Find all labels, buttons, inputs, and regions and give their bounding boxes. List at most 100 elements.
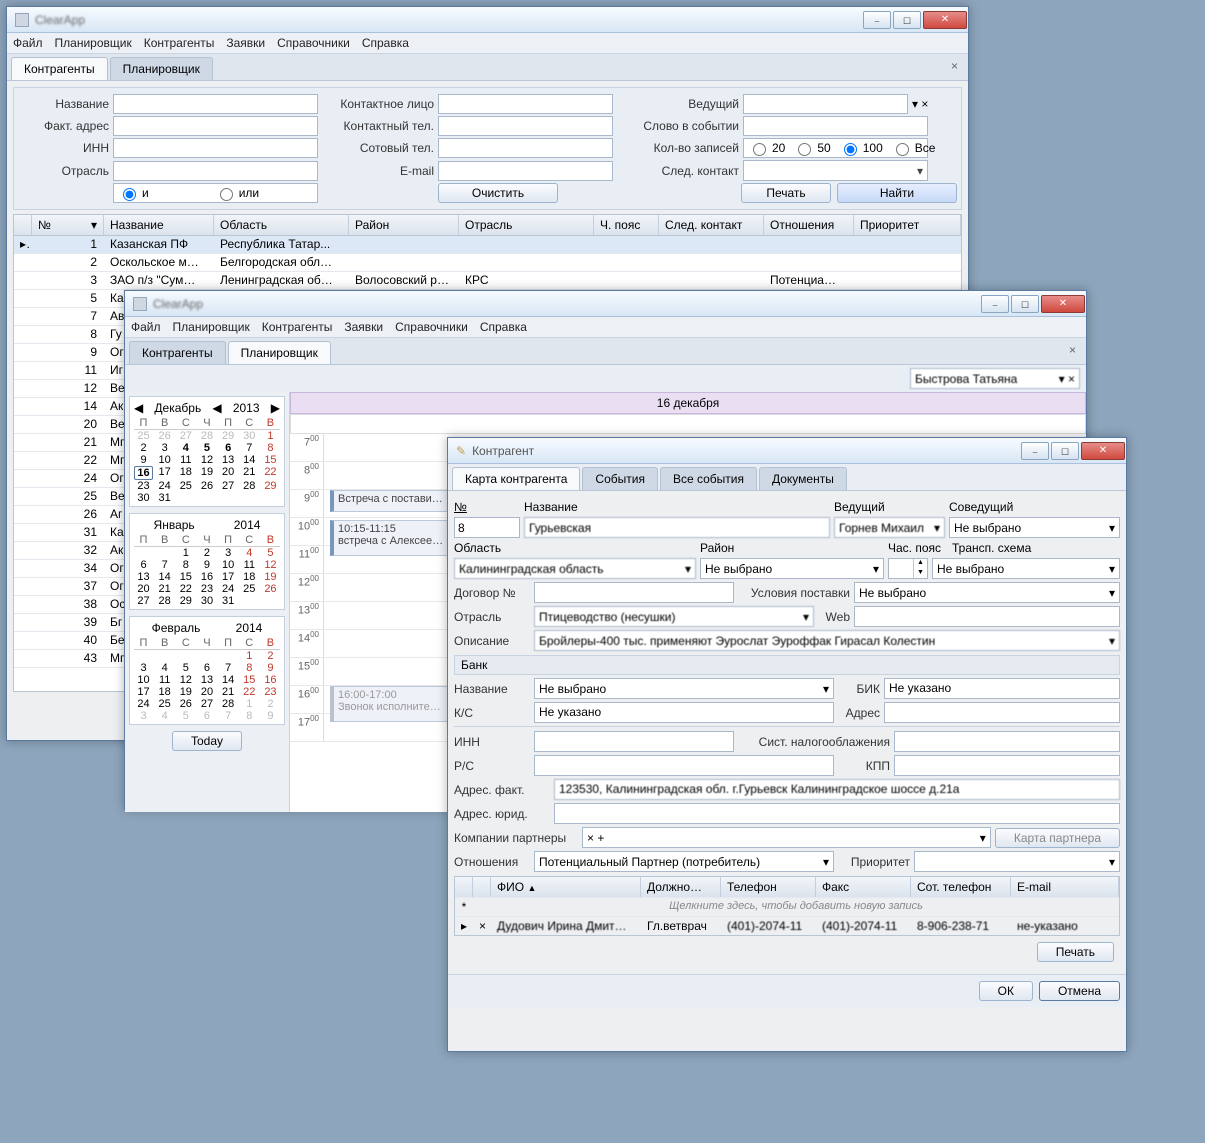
col-tz[interactable]: Ч. пояс (594, 215, 659, 235)
menu-file[interactable]: Файл (131, 320, 161, 334)
menu-help[interactable]: Справка (480, 320, 527, 334)
input-factaddr[interactable]: 123530, Калининградская обл. г.Гурьевск … (554, 779, 1120, 800)
minimize-button[interactable] (981, 295, 1009, 313)
menu-planner[interactable]: Планировщик (173, 320, 250, 334)
prev-year-icon[interactable]: ◀ (212, 401, 221, 415)
maximize-button[interactable] (1011, 295, 1039, 313)
input-name[interactable]: Гурьевская (524, 517, 830, 538)
radio-50[interactable]: 50 (793, 140, 830, 156)
select-delivery[interactable]: Не выбрано▾ (854, 582, 1120, 603)
select-prio[interactable]: ▾ (914, 851, 1120, 872)
select-nextcontact[interactable]: ▾ (743, 160, 928, 181)
input-lead[interactable] (743, 94, 908, 114)
input-mphone[interactable] (438, 138, 613, 158)
menu-requests[interactable]: Заявки (226, 36, 265, 50)
input-inn[interactable] (534, 731, 734, 752)
table-row[interactable]: 2 Оскольское м… Белгородская обл… (14, 254, 961, 272)
tab-allevents[interactable]: Все события (660, 467, 757, 490)
col-name[interactable]: Название (104, 215, 214, 235)
select-colead[interactable]: Не выбрано▾ (949, 517, 1120, 538)
tab-documents[interactable]: Документы (759, 467, 847, 490)
input-name[interactable] (113, 94, 318, 114)
menu-planner[interactable]: Планировщик (55, 36, 132, 50)
select-bankname[interactable]: Не выбрано▾ (534, 678, 834, 699)
select-rel[interactable]: Потенциальный Партнер (потребитель)▾ (534, 851, 834, 872)
ccol-pos[interactable]: Должно… (641, 877, 721, 897)
prev-month-icon[interactable]: ◀ (134, 401, 143, 415)
input-desc[interactable]: Бройлеры-400 тыс. применяют Эурослат Эур… (534, 630, 1120, 651)
ok-button[interactable]: ОК (979, 981, 1033, 1001)
input-contract[interactable] (534, 582, 734, 603)
table-row[interactable]: ▸ 1 Казанская ПФ Республика Татар... (14, 236, 961, 254)
titlebar-w3[interactable]: Контрагент ✕ (448, 438, 1126, 464)
menu-references[interactable]: Справочники (395, 320, 468, 334)
close-button[interactable]: ✕ (923, 11, 967, 29)
input-rs[interactable] (534, 755, 834, 776)
col-industry[interactable]: Отрасль (459, 215, 594, 235)
col-district[interactable]: Район (349, 215, 459, 235)
minimize-button[interactable] (863, 11, 891, 29)
print-button[interactable]: Печать (1037, 942, 1114, 962)
col-rel[interactable]: Отношения (764, 215, 854, 235)
tab-events[interactable]: События (582, 467, 658, 490)
input-legaddr[interactable] (554, 803, 1120, 824)
menu-contragents[interactable]: Контрагенты (144, 36, 215, 50)
minimize-button[interactable] (1021, 442, 1049, 460)
tab-card[interactable]: Карта контрагента (452, 467, 580, 490)
radio-100[interactable]: 100 (839, 140, 883, 156)
tab-planner[interactable]: Планировщик (228, 341, 331, 364)
field-bankaddr[interactable] (884, 702, 1120, 723)
menu-contragents[interactable]: Контрагенты (262, 320, 333, 334)
menu-help[interactable]: Справка (362, 36, 409, 50)
select-industry[interactable]: Птицеводство (несушки)▾ (534, 606, 814, 627)
select-district[interactable]: Не выбрано▾ (700, 558, 884, 579)
col-region[interactable]: Область (214, 215, 349, 235)
ccol-email[interactable]: E-mail (1011, 877, 1119, 897)
contacts-grid[interactable]: ФИО ▲ Должно… Телефон Факс Сот. телефон … (454, 876, 1120, 936)
maximize-button[interactable] (1051, 442, 1079, 460)
tab-contragents[interactable]: Контрагенты (129, 341, 226, 364)
clear-button[interactable]: Очистить (438, 183, 558, 203)
input-kpp[interactable] (894, 755, 1120, 776)
radio-or[interactable]: или (215, 185, 259, 201)
radio-and[interactable]: и (118, 185, 149, 201)
user-select[interactable]: Быстрова Татьяна▾ × (910, 368, 1080, 389)
calendar-feb[interactable]: Февраль2014 ПВСЧПСВ 12 3456789 101112131… (129, 616, 285, 725)
input-no[interactable] (454, 517, 520, 538)
tab-close-icon[interactable]: × (951, 59, 958, 73)
input-inn[interactable] (113, 138, 318, 158)
cancel-button[interactable]: Отмена (1039, 981, 1120, 1001)
table-row[interactable]: 3 ЗАО п/з "Сум… Ленинградская об… Волосо… (14, 272, 961, 290)
menu-requests[interactable]: Заявки (344, 320, 383, 334)
radio-all[interactable]: Все (891, 140, 936, 156)
titlebar-w1[interactable]: ClearApp ✕ (7, 7, 968, 33)
today-button[interactable]: Today (172, 731, 242, 751)
spinner-tz[interactable]: ▲▼ (888, 558, 928, 579)
field-bik[interactable]: Не указано (884, 678, 1120, 699)
lead-dropdown-icon[interactable]: ▾ × (908, 97, 932, 111)
contact-row[interactable]: ▸ × Дудович Ирина Дмит… Гл.ветврач (401)… (455, 916, 1119, 935)
menu-references[interactable]: Справочники (277, 36, 350, 50)
col-no[interactable]: № ▾ (32, 215, 104, 235)
select-region[interactable]: Калининградская область▾ (454, 558, 696, 579)
input-cphone[interactable] (438, 116, 613, 136)
close-button[interactable]: ✕ (1041, 295, 1085, 313)
maximize-button[interactable] (893, 11, 921, 29)
calendar-jan[interactable]: Январь2014 ПВСЧПСВ 12345 6789101112 1314… (129, 513, 285, 610)
menu-file[interactable]: Файл (13, 36, 43, 50)
ccol-fax[interactable]: Факс (816, 877, 911, 897)
col-next[interactable]: След. контакт (659, 215, 764, 235)
print-button[interactable]: Печать (741, 183, 831, 203)
input-contact[interactable] (438, 94, 613, 114)
input-addr[interactable] (113, 116, 318, 136)
ccol-fio[interactable]: ФИО ▲ (491, 877, 641, 897)
select-transp[interactable]: Не выбрано▾ (932, 558, 1120, 579)
select-lead[interactable]: Горнев Михаил▾ (834, 517, 945, 538)
input-industry[interactable] (113, 161, 318, 181)
tab-contragents[interactable]: Контрагенты (11, 57, 108, 80)
close-button[interactable]: ✕ (1081, 442, 1125, 460)
partner-card-button[interactable]: Карта партнера (995, 828, 1120, 848)
calendar-dec[interactable]: ◀Декабрь◀2013▶ ПВСЧПСВ 2526272829301 234… (129, 396, 285, 507)
tab-close-icon[interactable]: × (1069, 343, 1076, 357)
input-web[interactable] (854, 606, 1120, 627)
